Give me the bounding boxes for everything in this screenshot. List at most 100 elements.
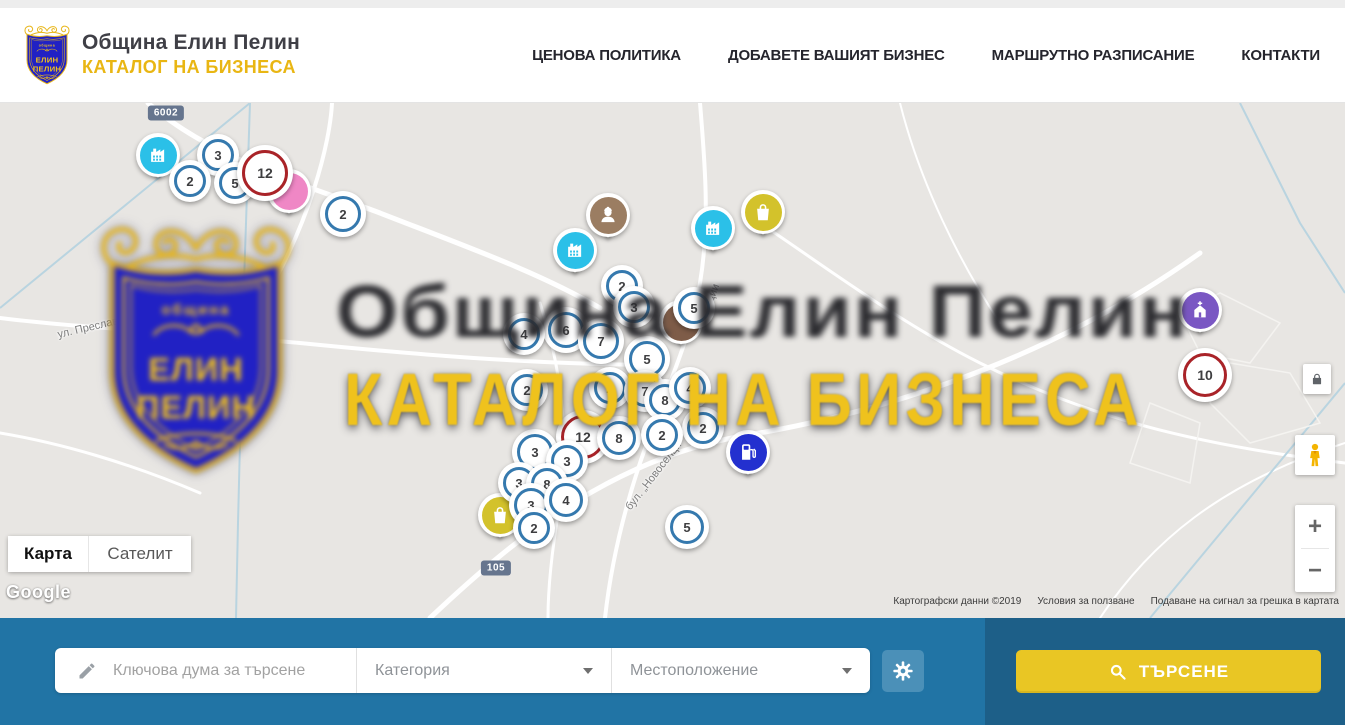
main-nav: ЦЕНОВА ПОЛИТИКА ДОБАВЕТЕ ВАШИЯТ БИЗНЕС М…	[532, 8, 1320, 102]
municipality-crest-icon	[22, 22, 72, 86]
cluster-count: 4	[562, 493, 569, 508]
cluster-count: 7	[597, 334, 604, 349]
worker-icon	[597, 204, 619, 226]
google-logo[interactable]: Google	[6, 582, 71, 603]
chevron-down-icon	[842, 668, 852, 674]
factory-marker[interactable]	[553, 228, 597, 272]
cluster-count: 8	[661, 393, 668, 408]
cluster-marker[interactable]: 5	[673, 287, 715, 329]
cluster-marker[interactable]: 5	[665, 505, 709, 549]
search-fields: Категория Местоположение	[55, 648, 870, 693]
page: Община Елин Пелин КАТАЛОГ НА БИЗНЕСА ЦЕН…	[0, 0, 1345, 725]
factory-icon	[564, 239, 586, 261]
cluster-count: 2	[699, 421, 706, 436]
nav-item-contacts[interactable]: КОНТАКТИ	[1241, 47, 1320, 64]
nav-item-add-business[interactable]: ДОБАВЕТЕ ВАШИЯТ БИЗНЕС	[728, 47, 945, 64]
pin-core	[1182, 292, 1219, 329]
map-tab[interactable]: Карта	[8, 536, 89, 572]
factory-marker[interactable]	[691, 206, 735, 250]
pegman-icon	[1302, 442, 1328, 468]
cluster-marker[interactable]: 12	[237, 145, 293, 201]
cluster-marker[interactable]: 2	[506, 369, 548, 411]
pin-core	[140, 137, 177, 174]
pencil-icon	[77, 661, 97, 681]
cluster-count: 12	[257, 165, 273, 181]
factory-icon	[147, 144, 169, 166]
cluster-marker[interactable]: 10	[1178, 348, 1232, 402]
pin-core	[730, 434, 767, 471]
cluster-marker[interactable]: 2	[682, 407, 724, 449]
pin-core	[695, 210, 732, 247]
cluster-count: 4	[520, 327, 527, 342]
cluster-marker[interactable]: 4	[503, 313, 545, 355]
church-icon	[1189, 299, 1211, 321]
cluster-count: 3	[630, 300, 637, 315]
cluster-marker[interactable]: 2	[513, 507, 555, 549]
keyword-input[interactable]	[111, 661, 356, 681]
cluster-count: 2	[658, 428, 665, 443]
cluster-count: 5	[683, 520, 690, 535]
road-number-badge: 6002	[148, 106, 184, 121]
cluster-count: 2	[186, 174, 193, 189]
zoom-control: + −	[1295, 505, 1335, 592]
search-button[interactable]: ТЪРСЕНЕ	[1016, 650, 1321, 693]
cluster-marker[interactable]: 2	[320, 191, 366, 237]
zoom-out-button[interactable]: −	[1295, 549, 1335, 592]
map-type-control: Карта Сателит	[8, 536, 191, 572]
cluster-marker[interactable]: 4	[669, 367, 711, 409]
site-title: Община Елин Пелин	[82, 31, 300, 55]
cluster-count: 2	[606, 381, 613, 396]
search-bar: Категория Местоположение ТЪРСЕНЕ	[0, 618, 1345, 725]
cluster-marker[interactable]: 2	[169, 160, 211, 202]
cluster-marker[interactable]: 3	[613, 286, 655, 328]
cluster-marker[interactable]: 8	[597, 416, 641, 460]
pin-core	[745, 194, 782, 231]
cluster-count: 5	[690, 301, 697, 316]
category-select[interactable]: Категория	[357, 648, 612, 693]
map-data-label: Картографски данни ©2019	[893, 596, 1021, 607]
header: Община Елин Пелин КАТАЛОГ НА БИЗНЕСА ЦЕН…	[0, 8, 1345, 103]
shopping-bag-icon	[489, 504, 511, 526]
location-select[interactable]: Местоположение	[612, 648, 870, 693]
factory-icon	[702, 217, 724, 239]
advanced-settings-button[interactable]	[882, 650, 924, 692]
chevron-down-icon	[583, 668, 593, 674]
cluster-count: 10	[1197, 367, 1213, 383]
top-strip	[0, 0, 1345, 8]
logo-link[interactable]: Община Елин Пелин КАТАЛОГ НА БИЗНЕСА	[22, 22, 300, 86]
gear-icon	[892, 660, 914, 682]
cluster-marker[interactable]: 2	[641, 414, 683, 456]
road-number-badge: 105	[481, 561, 511, 576]
location-select-value: Местоположение	[630, 662, 758, 680]
report-error-link[interactable]: Подаване на сигнал за грешка в картата	[1151, 596, 1339, 607]
pegman-button[interactable]	[1295, 435, 1335, 475]
pin-core	[557, 232, 594, 269]
search-icon	[1108, 662, 1127, 681]
cluster-count: 3	[531, 445, 538, 460]
shopping-bag-marker[interactable]	[741, 190, 785, 234]
cluster-count: 4	[686, 381, 693, 396]
cluster-count: 2	[530, 521, 537, 536]
cluster-count: 5	[643, 352, 650, 367]
zoom-in-button[interactable]: +	[1295, 505, 1335, 548]
map-canvas[interactable]: 3251222364755227842128233383425106002105…	[0, 103, 1345, 618]
lock-icon	[1310, 372, 1324, 386]
satellite-tab[interactable]: Сателит	[89, 536, 191, 572]
search-button-label: ТЪРСЕНЕ	[1139, 662, 1229, 682]
cluster-marker[interactable]: 7	[578, 318, 624, 364]
terms-link[interactable]: Условия за ползване	[1037, 596, 1134, 607]
church-marker[interactable]	[1178, 288, 1222, 332]
nav-item-pricing[interactable]: ЦЕНОВА ПОЛИТИКА	[532, 47, 681, 64]
fuel-icon	[737, 441, 759, 463]
nav-item-bus-schedule[interactable]: МАРШРУТНО РАЗПИСАНИЕ	[992, 47, 1195, 64]
cluster-count: 2	[339, 207, 346, 222]
site-subtitle: КАТАЛОГ НА БИЗНЕСА	[82, 57, 300, 78]
fuel-marker[interactable]	[726, 430, 770, 474]
cluster-count: 8	[615, 431, 622, 446]
cluster-count: 3	[563, 454, 570, 469]
shopping-bag-icon	[752, 201, 774, 223]
cluster-count: 6	[562, 323, 569, 338]
keyword-field	[55, 648, 357, 693]
category-select-value: Категория	[375, 662, 450, 680]
lock-control-button[interactable]	[1303, 364, 1331, 394]
